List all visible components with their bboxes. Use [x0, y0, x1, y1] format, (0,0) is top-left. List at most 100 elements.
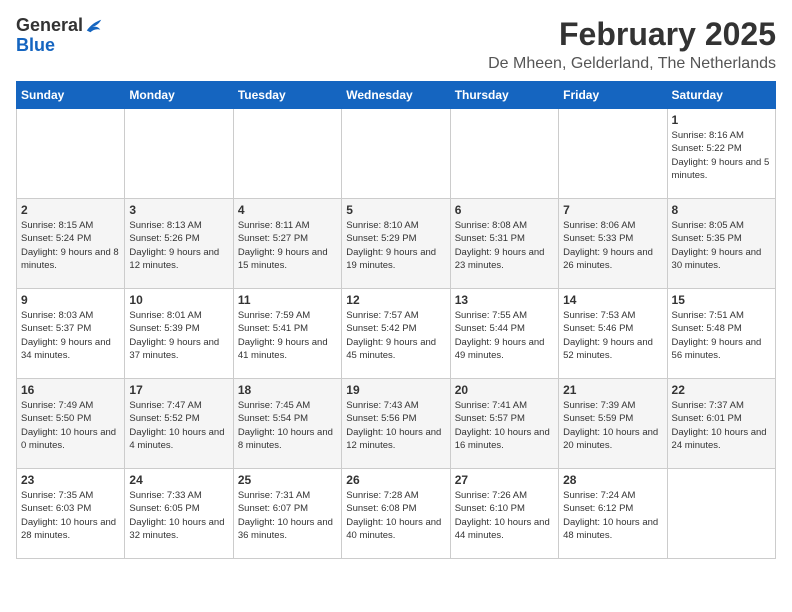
calendar-cell: 9 Sunrise: 8:03 AM Sunset: 5:37 PM Daylig… [17, 289, 125, 379]
calendar-cell: 22 Sunrise: 7:37 AM Sunset: 6:01 PM Dayli… [667, 379, 775, 469]
day-number: 3 [129, 203, 228, 217]
col-tuesday: Tuesday [233, 82, 341, 109]
day-info: Sunrise: 7:39 AM Sunset: 5:59 PM Dayligh… [563, 399, 662, 452]
day-info: Sunrise: 7:49 AM Sunset: 5:50 PM Dayligh… [21, 399, 120, 452]
calendar-cell: 21 Sunrise: 7:39 AM Sunset: 5:59 PM Dayli… [559, 379, 667, 469]
day-number: 22 [672, 383, 771, 397]
day-number: 13 [455, 293, 554, 307]
calendar-cell: 25 Sunrise: 7:31 AM Sunset: 6:07 PM Dayli… [233, 469, 341, 559]
day-info: Sunrise: 8:06 AM Sunset: 5:33 PM Dayligh… [563, 219, 662, 272]
calendar-cell: 28 Sunrise: 7:24 AM Sunset: 6:12 PM Dayli… [559, 469, 667, 559]
day-info: Sunrise: 8:16 AM Sunset: 5:22 PM Dayligh… [672, 129, 771, 182]
day-info: Sunrise: 7:47 AM Sunset: 5:52 PM Dayligh… [129, 399, 228, 452]
day-number: 6 [455, 203, 554, 217]
day-number: 9 [21, 293, 120, 307]
calendar-cell [450, 109, 558, 199]
day-number: 5 [346, 203, 445, 217]
day-info: Sunrise: 7:53 AM Sunset: 5:46 PM Dayligh… [563, 309, 662, 362]
calendar-cell [17, 109, 125, 199]
logo-bird-icon [85, 17, 103, 35]
calendar-cell [667, 469, 775, 559]
day-number: 28 [563, 473, 662, 487]
day-number: 26 [346, 473, 445, 487]
day-info: Sunrise: 8:15 AM Sunset: 5:24 PM Dayligh… [21, 219, 120, 272]
day-number: 2 [21, 203, 120, 217]
day-number: 12 [346, 293, 445, 307]
calendar-title: February 2025 [488, 16, 776, 53]
day-number: 7 [563, 203, 662, 217]
day-number: 24 [129, 473, 228, 487]
day-number: 11 [238, 293, 337, 307]
calendar-cell: 2 Sunrise: 8:15 AM Sunset: 5:24 PM Daylig… [17, 199, 125, 289]
col-sunday: Sunday [17, 82, 125, 109]
col-saturday: Saturday [667, 82, 775, 109]
day-number: 8 [672, 203, 771, 217]
calendar-cell: 13 Sunrise: 7:55 AM Sunset: 5:44 PM Dayli… [450, 289, 558, 379]
header-row: Sunday Monday Tuesday Wednesday Thursday… [17, 82, 776, 109]
calendar-cell [342, 109, 450, 199]
col-wednesday: Wednesday [342, 82, 450, 109]
day-number: 15 [672, 293, 771, 307]
day-number: 17 [129, 383, 228, 397]
day-number: 19 [346, 383, 445, 397]
day-info: Sunrise: 7:37 AM Sunset: 6:01 PM Dayligh… [672, 399, 771, 452]
calendar-cell: 19 Sunrise: 7:43 AM Sunset: 5:56 PM Dayli… [342, 379, 450, 469]
logo-general-text: General [16, 16, 83, 36]
calendar-cell: 24 Sunrise: 7:33 AM Sunset: 6:05 PM Dayli… [125, 469, 233, 559]
day-info: Sunrise: 7:26 AM Sunset: 6:10 PM Dayligh… [455, 489, 554, 542]
calendar-cell: 1 Sunrise: 8:16 AM Sunset: 5:22 PM Daylig… [667, 109, 775, 199]
day-info: Sunrise: 8:10 AM Sunset: 5:29 PM Dayligh… [346, 219, 445, 272]
day-info: Sunrise: 7:59 AM Sunset: 5:41 PM Dayligh… [238, 309, 337, 362]
day-info: Sunrise: 7:55 AM Sunset: 5:44 PM Dayligh… [455, 309, 554, 362]
logo: General Blue [16, 16, 103, 56]
calendar-cell: 16 Sunrise: 7:49 AM Sunset: 5:50 PM Dayli… [17, 379, 125, 469]
calendar-cell: 17 Sunrise: 7:47 AM Sunset: 5:52 PM Dayli… [125, 379, 233, 469]
calendar-cell: 12Sunrise: 7:57 AM Sunset: 5:42 PM Dayli… [342, 289, 450, 379]
title-block: February 2025 De Mheen, Gelderland, The … [488, 16, 776, 73]
calendar-cell [559, 109, 667, 199]
calendar-cell: 27 Sunrise: 7:26 AM Sunset: 6:10 PM Dayli… [450, 469, 558, 559]
calendar-cell: 6 Sunrise: 8:08 AM Sunset: 5:31 PM Daylig… [450, 199, 558, 289]
day-number: 21 [563, 383, 662, 397]
day-info: Sunrise: 7:31 AM Sunset: 6:07 PM Dayligh… [238, 489, 337, 542]
day-info: Sunrise: 8:11 AM Sunset: 5:27 PM Dayligh… [238, 219, 337, 272]
day-info: Sunrise: 8:03 AM Sunset: 5:37 PM Dayligh… [21, 309, 120, 362]
calendar-cell: 18Sunrise: 7:45 AM Sunset: 5:54 PM Dayli… [233, 379, 341, 469]
col-thursday: Thursday [450, 82, 558, 109]
calendar-cell: 26 Sunrise: 7:28 AM Sunset: 6:08 PM Dayli… [342, 469, 450, 559]
calendar-cell [125, 109, 233, 199]
day-number: 20 [455, 383, 554, 397]
day-number: 27 [455, 473, 554, 487]
day-number: 23 [21, 473, 120, 487]
calendar-cell: 20Sunrise: 7:41 AM Sunset: 5:57 PM Dayli… [450, 379, 558, 469]
day-info: Sunrise: 7:43 AM Sunset: 5:56 PM Dayligh… [346, 399, 445, 452]
calendar-cell: 11 Sunrise: 7:59 AM Sunset: 5:41 PM Dayli… [233, 289, 341, 379]
day-number: 25 [238, 473, 337, 487]
calendar-cell: 14Sunrise: 7:53 AM Sunset: 5:46 PM Dayli… [559, 289, 667, 379]
day-number: 1 [672, 113, 771, 127]
day-info: Sunrise: 7:33 AM Sunset: 6:05 PM Dayligh… [129, 489, 228, 542]
day-info: Sunrise: 8:13 AM Sunset: 5:26 PM Dayligh… [129, 219, 228, 272]
day-info: Sunrise: 7:28 AM Sunset: 6:08 PM Dayligh… [346, 489, 445, 542]
calendar-cell: 5 Sunrise: 8:10 AM Sunset: 5:29 PM Daylig… [342, 199, 450, 289]
calendar-cell: 7 Sunrise: 8:06 AM Sunset: 5:33 PM Daylig… [559, 199, 667, 289]
calendar-week-3: 9 Sunrise: 8:03 AM Sunset: 5:37 PM Daylig… [17, 289, 776, 379]
logo-blue-text: Blue [16, 35, 55, 55]
calendar-cell: 4 Sunrise: 8:11 AM Sunset: 5:27 PM Daylig… [233, 199, 341, 289]
calendar-cell: 8Sunrise: 8:05 AM Sunset: 5:35 PM Daylig… [667, 199, 775, 289]
day-number: 16 [21, 383, 120, 397]
col-friday: Friday [559, 82, 667, 109]
day-number: 18 [238, 383, 337, 397]
day-number: 4 [238, 203, 337, 217]
calendar-week-2: 2 Sunrise: 8:15 AM Sunset: 5:24 PM Daylig… [17, 199, 776, 289]
calendar-cell: 10Sunrise: 8:01 AM Sunset: 5:39 PM Dayli… [125, 289, 233, 379]
calendar-cell: 23Sunrise: 7:35 AM Sunset: 6:03 PM Dayli… [17, 469, 125, 559]
day-info: Sunrise: 8:08 AM Sunset: 5:31 PM Dayligh… [455, 219, 554, 272]
calendar-table: Sunday Monday Tuesday Wednesday Thursday… [16, 81, 776, 559]
calendar-cell: 3 Sunrise: 8:13 AM Sunset: 5:26 PM Daylig… [125, 199, 233, 289]
day-info: Sunrise: 8:01 AM Sunset: 5:39 PM Dayligh… [129, 309, 228, 362]
day-info: Sunrise: 7:24 AM Sunset: 6:12 PM Dayligh… [563, 489, 662, 542]
calendar-week-4: 16 Sunrise: 7:49 AM Sunset: 5:50 PM Dayli… [17, 379, 776, 469]
col-monday: Monday [125, 82, 233, 109]
calendar-week-1: 1 Sunrise: 8:16 AM Sunset: 5:22 PM Daylig… [17, 109, 776, 199]
